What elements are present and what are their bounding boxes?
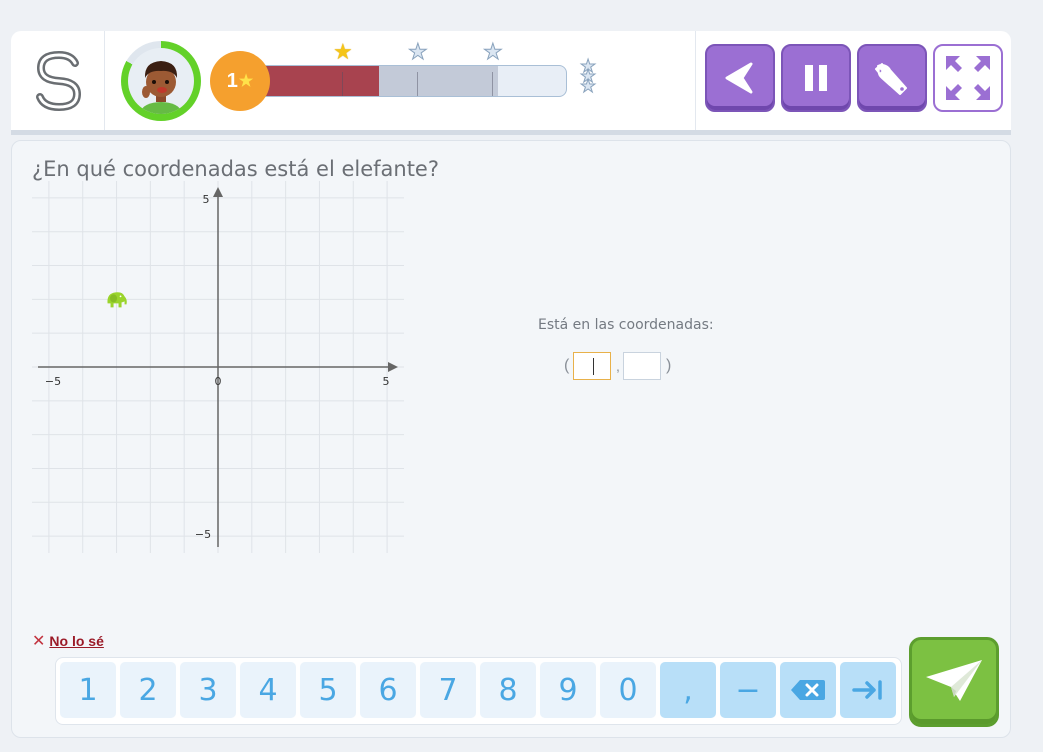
key-1[interactable]: 1 (60, 662, 116, 718)
key-8[interactable]: 8 (480, 662, 536, 718)
key-0[interactable]: 0 (600, 662, 656, 718)
x-coordinate-input[interactable] (573, 352, 611, 380)
star-stack-icon: ★ ★ ★ (579, 56, 597, 97)
milestone-star-icon: ★ (333, 39, 353, 64)
number-keypad: 1 2 3 4 5 6 7 8 9 0 , − (55, 657, 902, 725)
y-coordinate-input[interactable] (623, 352, 661, 380)
close-paren: ) (666, 357, 672, 374)
key-9[interactable]: 9 (540, 662, 596, 718)
y-tick-label-pos: 5 (203, 193, 210, 206)
level-number: 1 (226, 69, 238, 92)
tab-next-key[interactable] (840, 662, 896, 718)
coordinates-label: Está en las coordenadas: (538, 317, 714, 333)
milestone-star-icon: ★ (483, 39, 504, 64)
back-button[interactable] (705, 44, 775, 112)
avatar (128, 48, 194, 114)
pause-button[interactable] (781, 44, 851, 112)
key-6[interactable]: 6 (360, 662, 416, 718)
progress-bar (258, 65, 567, 97)
back-arrow-icon (725, 62, 753, 94)
origin-label: 0 (215, 375, 222, 388)
question-text: ¿En qué coordenadas está el elefante? (32, 157, 439, 181)
milestone-star-icon: ★ (408, 39, 429, 64)
text-caret (593, 358, 594, 375)
tab-next-icon (852, 680, 882, 700)
coordinate-plane: −5 0 5 5 −5 (32, 181, 404, 553)
question-card: ¿En qué coordenadas está el elefante? −5… (11, 140, 1011, 738)
x-tick-label-neg: −5 (45, 375, 61, 388)
y-tick-label-neg: −5 (195, 528, 211, 541)
dont-know-link[interactable]: ✕ No lo sé (32, 631, 104, 651)
progress-tick (492, 72, 493, 96)
pause-icon (805, 65, 827, 91)
avatar-kid-icon (141, 61, 181, 114)
progress-tick (417, 72, 418, 96)
key-3[interactable]: 3 (180, 662, 236, 718)
logo-area (11, 31, 105, 130)
key-2[interactable]: 2 (120, 662, 176, 718)
dont-know-label: No lo sé (49, 633, 104, 649)
progress-tick (342, 72, 343, 96)
tools-button[interactable] (857, 44, 927, 112)
key-5[interactable]: 5 (300, 662, 356, 718)
fullscreen-icon (946, 56, 990, 100)
close-icon: ✕ (32, 633, 46, 650)
coordinate-comma: , (616, 358, 620, 374)
avatar-progress-ring[interactable] (121, 41, 201, 121)
key-minus[interactable]: − (720, 662, 776, 718)
backspace-key[interactable] (780, 662, 836, 718)
level-star-icon: ★ (238, 73, 254, 90)
divider (695, 31, 696, 130)
key-comma[interactable]: , (660, 662, 716, 718)
send-button[interactable] (909, 637, 999, 727)
open-paren: ( (564, 357, 570, 374)
x-tick-label-pos: 5 (383, 375, 390, 388)
fullscreen-button[interactable] (933, 44, 1003, 112)
wrench-icon (875, 63, 907, 95)
top-bar: 1 ★ ★ ★ ★ ★ ★ ★ (11, 31, 1011, 130)
logo-icon (36, 51, 82, 111)
progress-filled (259, 66, 379, 96)
backspace-icon (791, 680, 825, 700)
key-4[interactable]: 4 (240, 662, 296, 718)
elephant-icon (107, 292, 127, 308)
paper-plane-icon (926, 660, 982, 701)
key-7[interactable]: 7 (420, 662, 476, 718)
level-badge: 1 ★ (210, 51, 270, 111)
